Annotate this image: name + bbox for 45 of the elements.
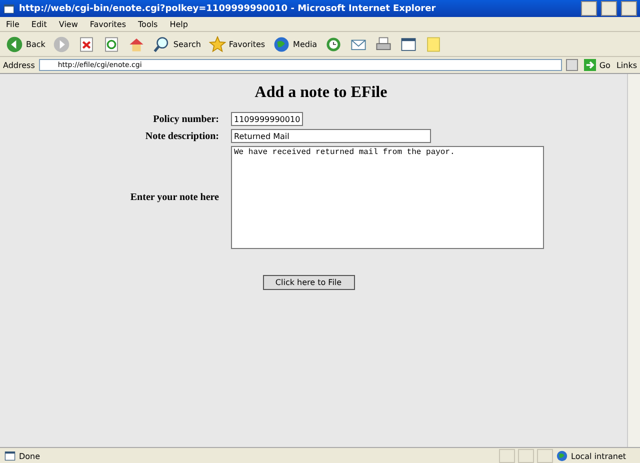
window-title: http://web/cgi-bin/enote.cgi?polkey=1109999990010 - Microsoft Internet Explorer: [19, 4, 437, 14]
search-button[interactable]: Search: [151, 36, 203, 52]
print-icon: [375, 36, 392, 52]
scrollbar[interactable]: [627, 74, 640, 447]
forward-icon: [53, 36, 70, 52]
close-button[interactable]: [621, 1, 637, 16]
page-icon: [4, 450, 16, 462]
browser-icon: [3, 2, 15, 14]
back-icon: [6, 36, 23, 52]
globe-icon: [556, 450, 568, 462]
zone-label: Local intranet: [571, 452, 626, 460]
status-panel: [518, 449, 534, 463]
menu-item[interactable]: Favorites: [84, 20, 132, 28]
page-heading: Add a note to EFile: [254, 84, 388, 102]
status-panel: [499, 449, 515, 463]
favorites-icon: [208, 36, 226, 52]
note-icon: [425, 36, 442, 52]
menu-item[interactable]: File: [0, 20, 26, 28]
note-field[interactable]: We have received returned mail from the payor.: [231, 146, 544, 249]
maximize-button[interactable]: [601, 1, 617, 16]
refresh-icon: [103, 36, 120, 52]
address-label: Address: [3, 60, 35, 70]
menu-item[interactable]: Help: [164, 20, 194, 28]
policy-number-field[interactable]: 1109999990010: [231, 112, 303, 126]
field-label: Enter your note here: [129, 192, 219, 203]
minimize-button[interactable]: [581, 1, 597, 16]
links-button[interactable]: Links: [616, 60, 637, 70]
stop-icon: [78, 36, 96, 52]
media-icon: [273, 36, 290, 52]
submit-button[interactable]: Click here to File: [262, 275, 354, 290]
favorites-button[interactable]: Favorites: [206, 36, 268, 52]
status-text: Done: [19, 452, 42, 460]
field-label: Note description:: [144, 130, 219, 142]
menu-item[interactable]: View: [52, 20, 84, 28]
field-label: Policy number:: [152, 114, 219, 124]
media-button[interactable]: Media: [271, 36, 320, 52]
menu-item[interactable]: Edit: [25, 20, 53, 28]
menu-item[interactable]: Tools: [132, 20, 164, 28]
back-button[interactable]: Back: [4, 36, 48, 52]
history-icon: [325, 36, 342, 52]
search-icon: [153, 36, 170, 52]
description-field[interactable]: Returned Mail: [231, 129, 431, 143]
status-panel: [537, 449, 553, 463]
go-button[interactable]: Go: [582, 59, 612, 71]
dropdown-button[interactable]: [566, 59, 578, 71]
